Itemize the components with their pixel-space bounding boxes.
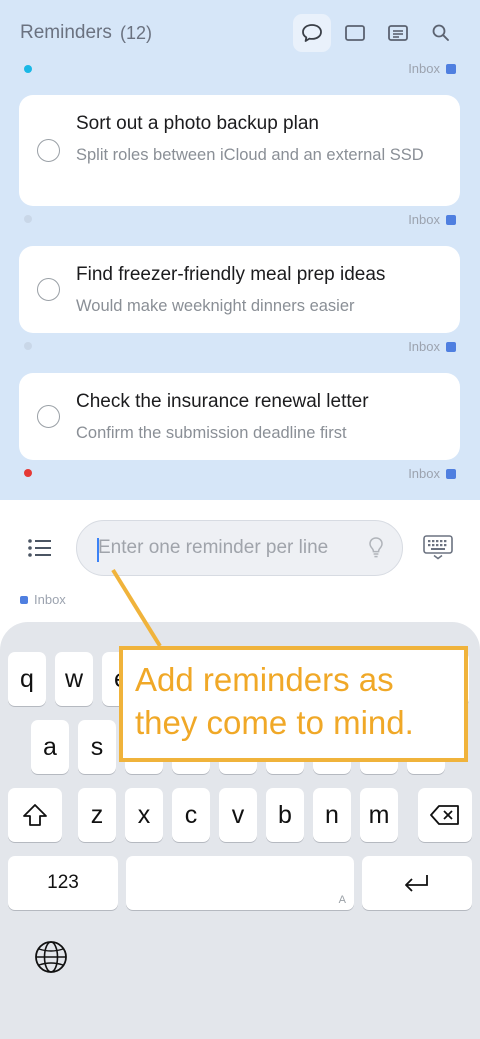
callout-pointer — [111, 568, 162, 648]
callout-text: Add reminders as they come to mind. — [135, 661, 414, 741]
tutorial-callout: Add reminders as they come to mind. — [119, 646, 468, 762]
